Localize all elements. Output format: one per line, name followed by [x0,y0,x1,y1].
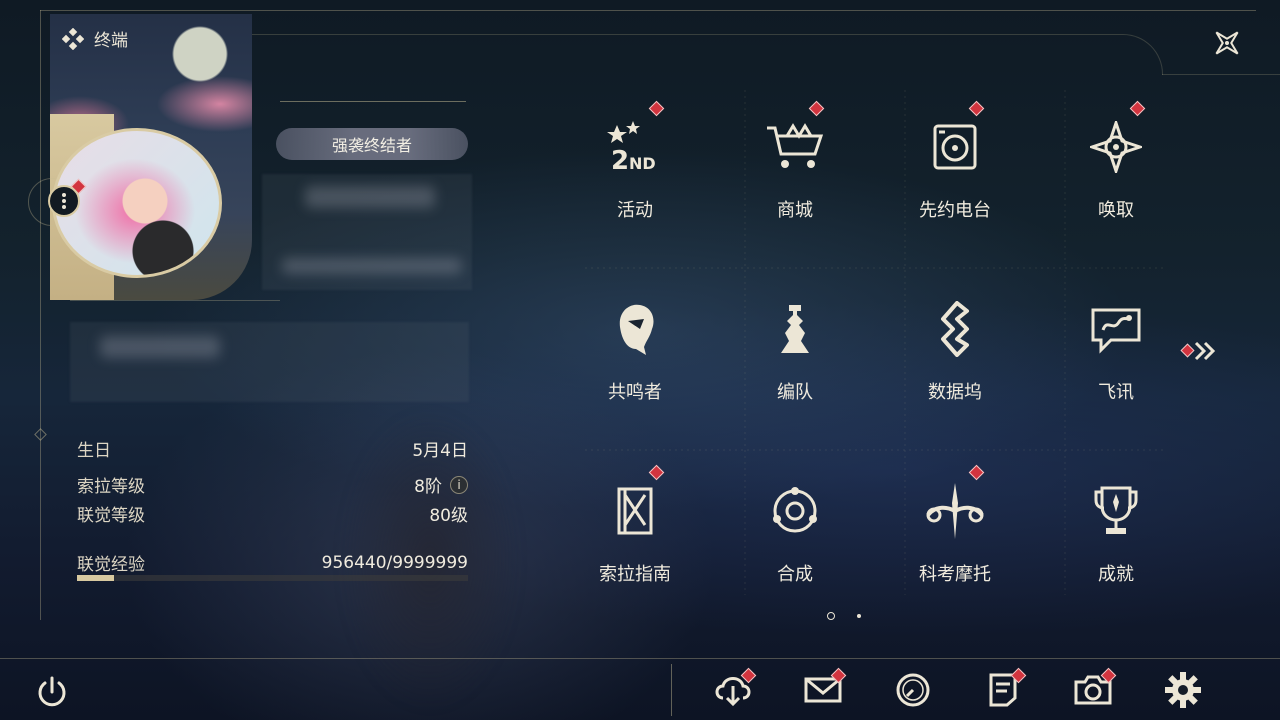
terminal-diamond-icon [62,27,84,50]
svg-text:2: 2 [611,146,629,175]
menu-item-label: 商城 [777,200,813,221]
frame-line [1162,74,1280,75]
menu-item-label: 编队 [777,382,813,403]
stat-union-level: 联觉等级 80级 [77,506,468,526]
menu-item[interactable]: 数据坞 [885,277,1025,437]
clock-icon [891,668,935,712]
data-bank-icon [885,289,1025,369]
motorbike-icon [885,471,1025,551]
radio-icon [885,107,1025,187]
menu-item[interactable]: 商城 [725,95,865,255]
redacted-signature-text [100,336,220,358]
menu-item-label: 数据坞 [928,382,982,403]
notice-doc-button[interactable] [981,667,1027,712]
settings-gear-icon [1161,668,1205,712]
menu-item[interactable]: 科考摩托 [885,459,1025,619]
menu-item-label: 唤取 [1098,200,1134,221]
mail-button[interactable] [801,667,847,712]
close-icon[interactable] [1206,22,1248,64]
menu-item-label: 合成 [777,564,813,585]
event-2nd-anniversary-icon: 2 ND [565,107,705,187]
menu-item-label: 活动 [617,200,653,221]
redacted-player-id [282,258,462,274]
download-cloud-button[interactable] [711,667,757,712]
more-options-button[interactable] [48,185,80,217]
info-icon[interactable]: i [450,475,468,494]
guidebook-icon [565,471,705,551]
menu-item[interactable]: 成就 [1046,459,1186,619]
page-indicator [827,612,861,620]
title-divider [280,101,466,102]
next-page-arrow-icon[interactable] [1180,338,1220,364]
redacted-signature[interactable] [70,322,469,402]
convene-compass-icon [1046,107,1186,187]
menu-item-label: 成就 [1098,564,1134,585]
team-chess-icon [725,289,865,369]
title-badge-label: 强袭终结者 [331,136,412,155]
menu-item[interactable]: 合成 [725,459,865,619]
page-header: 终端 [62,26,128,51]
shop-crown-cart-icon [725,107,865,187]
frame-line [40,10,1256,11]
menu-item[interactable]: 编队 [725,277,865,437]
svg-text:ND: ND [629,154,656,173]
frame-line [40,10,41,620]
menu-item[interactable]: 飞讯 [1046,277,1186,437]
menu-item[interactable]: 2 ND 活动 [565,95,705,255]
bottom-separator [671,664,672,716]
message-chat-icon [1046,289,1186,369]
menu-item-label: 先约电台 [919,200,991,221]
bottom-divider [0,658,1280,659]
sol-level-value: 8阶 [414,477,442,497]
menu-item[interactable]: 共鸣者 [565,277,705,437]
settings-gear-button[interactable] [1161,668,1205,712]
side-decoration [34,428,47,441]
page-title: 终端 [94,31,128,51]
power-icon[interactable] [32,672,72,712]
menu-item-label: 科考摩托 [919,564,991,585]
background-character-silhouette [280,360,580,720]
menu-item-label: 共鸣者 [608,382,662,403]
redacted-player-name [305,186,435,208]
page-dot[interactable] [857,614,861,618]
menu-item[interactable]: 先约电台 [885,95,1025,255]
exp-progress-bar [77,575,468,581]
resonator-head-icon [565,289,705,369]
card-divider [70,300,280,301]
menu-item[interactable]: 唤取 [1046,95,1186,255]
clock-button[interactable] [891,668,935,712]
title-badge[interactable]: 强袭终结者 [276,128,468,160]
stat-birthday: 生日 5月4日 [77,441,468,461]
page-dot-active[interactable] [827,612,835,620]
stat-sol-level: 索拉等级 8阶 i [77,472,468,497]
stat-union-exp: 联觉经验 956440/9999999 [77,552,468,576]
menu-item[interactable]: 索拉指南 [565,459,705,619]
achievement-trophy-icon [1046,471,1186,551]
exp-progress-fill [77,575,115,581]
camera-button[interactable] [1071,667,1117,712]
menu-item-label: 飞讯 [1098,382,1134,403]
menu-item-label: 索拉指南 [599,564,671,585]
synthesis-orbit-icon [725,471,865,551]
